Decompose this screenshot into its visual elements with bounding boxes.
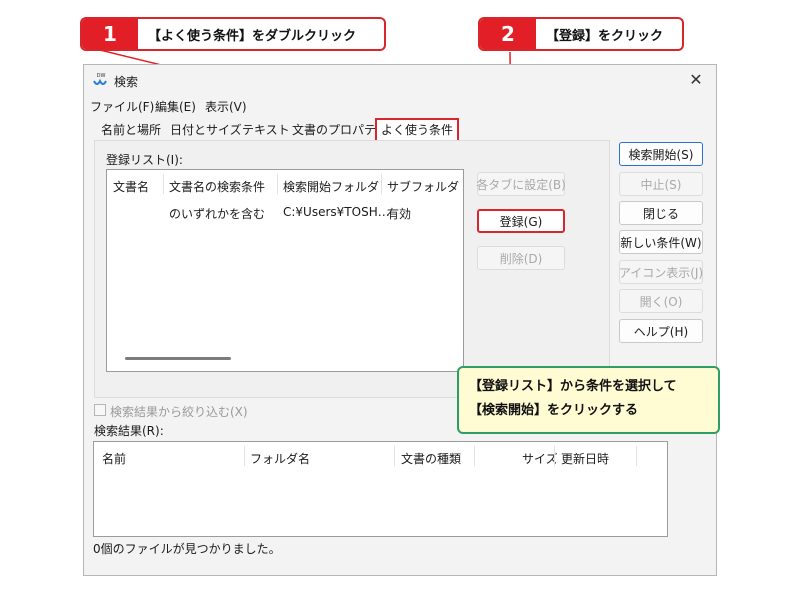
col-start-folder[interactable]: 検索開始フォルダ: [283, 178, 379, 195]
col-doc-name[interactable]: 文書名: [113, 178, 149, 195]
register-list-label: 登録リスト(I):: [106, 153, 183, 167]
register-list[interactable]: 文書名 文書名の検索条件 検索開始フォルダ サブフォルダ のいずれかを含む C:…: [106, 169, 464, 372]
col-folder-name[interactable]: フォルダ名: [250, 450, 310, 467]
new-condition-button[interactable]: 新しい条件(W): [619, 230, 703, 254]
menu-bar: ファイル(F) 編集(E) 表示(V): [84, 95, 716, 115]
col-separator: [381, 174, 382, 194]
results-list[interactable]: 名前 フォルダ名 文書の種類 サイズ 更新日時: [93, 441, 668, 537]
callout-step1: 1 【よく使う条件】をダブルクリック: [80, 17, 386, 51]
stop-button[interactable]: 中止(S): [619, 172, 703, 196]
col-name[interactable]: 名前: [102, 450, 126, 467]
cell-subfolder: 有効: [387, 207, 412, 221]
instruction-note-line1: 【登録リスト】から条件を選択して: [469, 379, 677, 394]
col-separator: [244, 446, 245, 466]
instruction-note: 【登録リスト】から条件を選択して 【検索開始】をクリックする: [457, 366, 720, 434]
filter-checkbox-label: 検索結果から絞り込む(X): [110, 405, 248, 419]
col-modified[interactable]: 更新日時: [561, 450, 609, 467]
delete-button[interactable]: 削除(D): [477, 246, 565, 270]
col-size[interactable]: サイズ: [522, 450, 558, 467]
cell-search-condition: のいずれかを含む: [169, 207, 266, 221]
col-separator: [554, 446, 555, 466]
tab-name-location[interactable]: 名前と場所: [97, 120, 165, 140]
col-separator: [474, 446, 475, 466]
results-label: 検索結果(R):: [94, 424, 164, 438]
tab-text[interactable]: テキスト: [238, 120, 294, 140]
callout-step1-number: 1: [82, 19, 138, 49]
open-button[interactable]: 開く(O): [619, 289, 703, 313]
col-separator: [636, 446, 637, 466]
svg-text:DW: DW: [97, 73, 106, 79]
close-icon[interactable]: ✕: [684, 68, 708, 92]
search-window: DW 検索 ✕ ファイル(F) 編集(E) 表示(V) 名前と場所 日付とサイズ…: [83, 64, 717, 576]
cell-start-folder: C:¥Users¥TOSH…: [283, 205, 390, 219]
col-separator: [163, 174, 164, 194]
help-button[interactable]: ヘルプ(H): [619, 319, 703, 343]
status-text: 0個のファイルが見つかりました。: [93, 542, 281, 556]
callout-step2-number: 2: [480, 19, 536, 49]
callout-step1-text: 【よく使う条件】をダブルクリック: [148, 28, 357, 44]
col-separator: [277, 174, 278, 194]
callout-step2-text: 【登録】をクリック: [546, 28, 664, 44]
col-doc-type[interactable]: 文書の種類: [401, 450, 461, 467]
col-search-condition[interactable]: 文書名の検索条件: [169, 178, 265, 195]
tab-date-size[interactable]: 日付とサイズ: [166, 120, 246, 140]
start-search-button[interactable]: 検索開始(S): [619, 142, 703, 166]
menu-edit[interactable]: 編集(E): [155, 98, 196, 115]
instruction-note-line2: 【検索開始】をクリックする: [469, 403, 639, 418]
apply-to-tabs-button[interactable]: 各タブに設定(B): [476, 172, 566, 196]
horizontal-scrollbar[interactable]: [125, 357, 231, 360]
register-button[interactable]: 登録(G): [477, 209, 565, 233]
app-icon: DW: [93, 73, 107, 85]
title-bar: DW 検索 ✕: [84, 65, 716, 95]
window-title: 検索: [114, 75, 139, 89]
callout-step2: 2 【登録】をクリック: [478, 17, 684, 51]
close-button[interactable]: 閉じる: [619, 201, 703, 225]
filter-checkbox[interactable]: [94, 404, 106, 416]
col-subfolder[interactable]: サブフォルダ: [387, 178, 459, 195]
icon-view-button[interactable]: アイコン表示(J): [619, 260, 703, 284]
menu-file[interactable]: ファイル(F): [90, 98, 154, 115]
menu-view[interactable]: 表示(V): [205, 98, 247, 115]
col-separator: [394, 446, 395, 466]
